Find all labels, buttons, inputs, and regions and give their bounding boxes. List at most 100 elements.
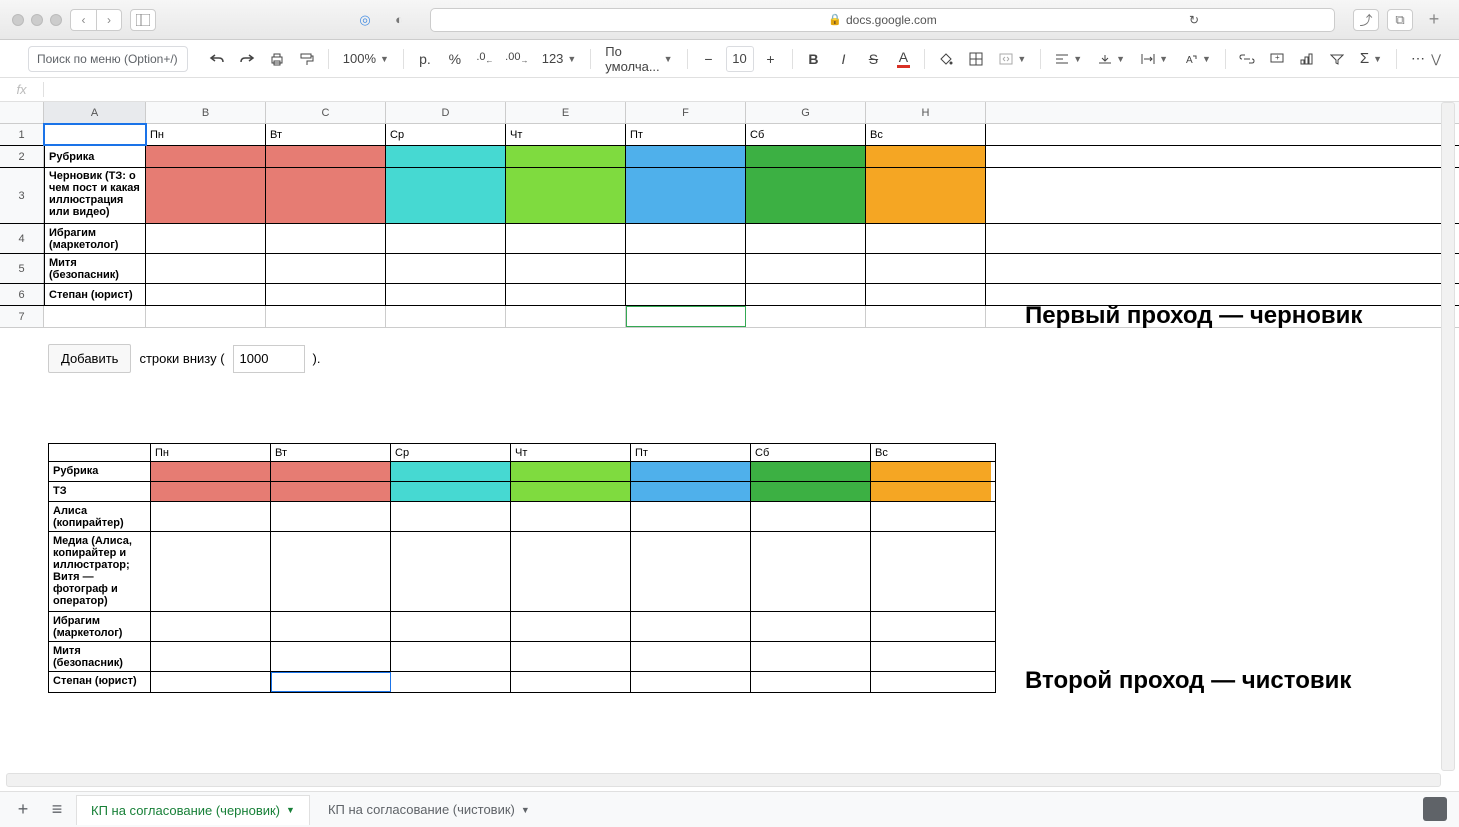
paint-format-button[interactable] xyxy=(294,46,320,72)
cell[interactable] xyxy=(386,306,506,327)
cell[interactable] xyxy=(631,532,751,611)
menu-search-input[interactable]: Поиск по меню (Option+/) xyxy=(28,46,188,72)
v-align-button[interactable]: ▼ xyxy=(1092,46,1131,72)
cell[interactable] xyxy=(751,502,871,531)
horizontal-scrollbar[interactable] xyxy=(6,773,1441,787)
cell[interactable] xyxy=(871,482,991,501)
cell[interactable] xyxy=(391,462,511,481)
cell[interactable] xyxy=(631,612,751,641)
cell[interactable] xyxy=(511,612,631,641)
cell[interactable] xyxy=(506,224,626,253)
cell[interactable] xyxy=(151,672,271,692)
privacy-icon[interactable]: ◎ xyxy=(352,9,378,31)
cell[interactable]: Черновик (ТЗ: о чем пост и какая иллюстр… xyxy=(44,168,146,223)
rotate-button[interactable]: A▼ xyxy=(1178,46,1217,72)
cell[interactable] xyxy=(386,254,506,283)
row-header[interactable]: 7 xyxy=(0,306,44,327)
cell[interactable]: Чт xyxy=(511,444,631,461)
cell[interactable] xyxy=(511,482,631,501)
cell[interactable]: ТЗ xyxy=(49,482,151,501)
cell[interactable]: Сб xyxy=(751,444,871,461)
cell[interactable] xyxy=(271,532,391,611)
formula-input[interactable] xyxy=(44,78,1459,101)
cell[interactable] xyxy=(511,672,631,692)
cell[interactable] xyxy=(151,642,271,671)
row-header[interactable]: 2 xyxy=(0,146,44,167)
cell[interactable] xyxy=(146,146,266,167)
cell[interactable] xyxy=(626,254,746,283)
cell[interactable] xyxy=(271,502,391,531)
chevron-down-icon[interactable]: ▼ xyxy=(286,805,295,815)
cell[interactable] xyxy=(391,672,511,692)
percent-button[interactable]: % xyxy=(442,46,468,72)
share-button[interactable]: ⤴ xyxy=(1353,9,1379,31)
cell[interactable] xyxy=(626,284,746,305)
cell[interactable] xyxy=(631,462,751,481)
cell[interactable] xyxy=(151,462,271,481)
maximize-window-icon[interactable] xyxy=(50,14,62,26)
cell[interactable] xyxy=(386,284,506,305)
shield-icon[interactable]: ◐ xyxy=(386,9,412,31)
cell[interactable] xyxy=(871,462,991,481)
fill-color-button[interactable] xyxy=(933,46,959,72)
explore-button[interactable] xyxy=(1423,797,1447,821)
cell[interactable]: Вт xyxy=(271,444,391,461)
cell[interactable] xyxy=(746,306,866,327)
cell[interactable] xyxy=(151,612,271,641)
cell[interactable]: Медиа (Алиса, копирайтер и иллюстратор; … xyxy=(49,532,151,611)
cell[interactable] xyxy=(866,146,986,167)
cell[interactable] xyxy=(271,482,391,501)
col-header-H[interactable]: H xyxy=(866,102,986,123)
collapse-toolbar-button[interactable]: ⋁ xyxy=(1431,52,1441,66)
bold-button[interactable]: B xyxy=(800,46,826,72)
cell[interactable] xyxy=(146,254,266,283)
borders-button[interactable] xyxy=(963,46,989,72)
cell[interactable] xyxy=(506,168,626,223)
cell[interactable]: Пт xyxy=(631,444,751,461)
currency-button[interactable]: р. xyxy=(412,46,438,72)
cell[interactable] xyxy=(746,168,866,223)
cell[interactable] xyxy=(151,532,271,611)
strikethrough-button[interactable]: S xyxy=(860,46,886,72)
cell[interactable] xyxy=(266,306,386,327)
cell[interactable] xyxy=(751,532,871,611)
cell[interactable] xyxy=(746,254,866,283)
more-button[interactable]: ⋯ xyxy=(1405,46,1431,72)
cell[interactable] xyxy=(626,168,746,223)
cell[interactable]: Степан (юрист) xyxy=(44,284,146,305)
wrap-button[interactable]: ▼ xyxy=(1135,46,1174,72)
new-tab-button[interactable]: + xyxy=(1421,9,1447,31)
cell[interactable] xyxy=(49,444,151,461)
cell[interactable] xyxy=(386,224,506,253)
sheet-tab[interactable]: КП на согласование (чистовик) ▼ xyxy=(314,795,544,825)
font-size-increase[interactable]: + xyxy=(758,46,784,72)
redo-button[interactable] xyxy=(234,46,260,72)
sheet-tab-active[interactable]: КП на согласование (черновик) ▼ xyxy=(76,795,310,825)
cell[interactable] xyxy=(746,284,866,305)
cell[interactable] xyxy=(506,146,626,167)
cell[interactable] xyxy=(391,532,511,611)
col-header-F[interactable]: F xyxy=(626,102,746,123)
cell[interactable] xyxy=(151,482,271,501)
cell[interactable] xyxy=(626,146,746,167)
cell[interactable] xyxy=(511,462,631,481)
cell[interactable] xyxy=(146,224,266,253)
add-rows-button[interactable]: Добавить xyxy=(48,344,131,373)
cell[interactable] xyxy=(866,224,986,253)
cell[interactable] xyxy=(391,612,511,641)
cell[interactable] xyxy=(626,224,746,253)
cell[interactable]: Вс xyxy=(871,444,991,461)
cell[interactable]: Рубрика xyxy=(44,146,146,167)
cell[interactable]: Степан (юрист) xyxy=(49,672,151,692)
cell[interactable] xyxy=(866,284,986,305)
sidebar-toggle-button[interactable] xyxy=(130,9,156,31)
cell[interactable] xyxy=(386,146,506,167)
cell[interactable]: Чт xyxy=(506,124,626,145)
increase-decimal-button[interactable]: .00→ xyxy=(502,46,532,72)
url-bar[interactable]: 🔒 docs.google.com ↻ xyxy=(430,8,1335,32)
chevron-down-icon[interactable]: ▼ xyxy=(521,805,530,815)
cell[interactable] xyxy=(871,502,991,531)
cell[interactable]: Митя (безопасник) xyxy=(44,254,146,283)
zoom-select[interactable]: 100%▼ xyxy=(337,46,395,72)
cell[interactable] xyxy=(751,612,871,641)
